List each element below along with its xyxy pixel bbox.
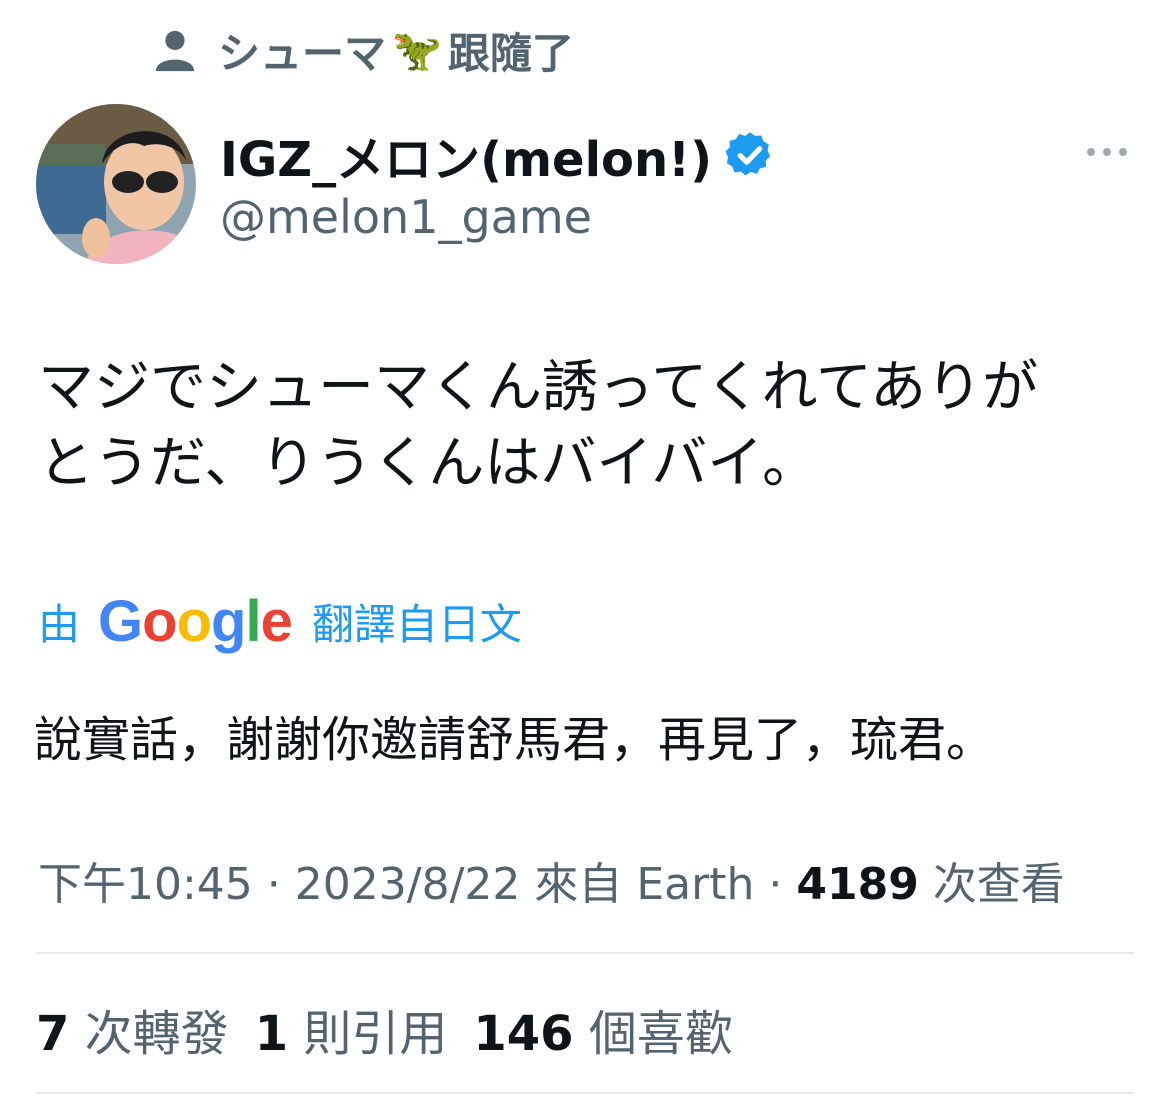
more-options-icon[interactable]	[1084, 132, 1130, 172]
engagement-stats: 7 次轉發 1 則引用 146 個喜歡	[36, 994, 759, 1064]
dinosaur-emoji-icon: 🦖	[392, 27, 442, 74]
views-label: 次查看	[932, 859, 1065, 910]
social-context-action: 跟隨了	[447, 28, 574, 78]
retweets-stat[interactable]: 7 次轉發	[36, 994, 229, 1064]
tweet-meta: 下午10:45 · 2023/8/22 來自 Earth · 4189 次查看	[38, 859, 1065, 910]
author-name-row[interactable]: IGZ_メロン(melon!)	[220, 120, 776, 190]
tweet-source: 來自 Earth	[534, 859, 755, 910]
likes-stat[interactable]: 146 個喜歡	[473, 994, 732, 1064]
translated-text: 說實話，謝謝你邀請舒馬君，再見了，琉君。	[34, 712, 995, 768]
author-display-name[interactable]: IGZ_メロン(melon!)	[220, 120, 712, 190]
translation-suffix: 翻譯自日文	[311, 599, 522, 649]
tweet-date[interactable]: 2023/8/22	[295, 859, 521, 910]
quotes-stat[interactable]: 1 則引用	[255, 994, 448, 1064]
verified-badge-icon	[725, 132, 771, 176]
tweet-time[interactable]: 下午10:45	[38, 859, 253, 910]
translation-attribution[interactable]: 由 Google 翻譯自日文	[38, 588, 522, 654]
avatar[interactable]	[36, 104, 196, 264]
avatar-image	[36, 104, 196, 264]
person-icon	[155, 30, 195, 72]
tweet-text-line: マジでシューマくん誘ってくれてありが	[38, 355, 1039, 420]
google-logo: Google	[98, 588, 293, 654]
divider	[36, 1092, 1134, 1094]
views-count: 4189	[796, 859, 919, 910]
social-context-user: シューマ	[218, 28, 387, 78]
tweet-text-line: とうだ、りうくんはバイバイ。	[38, 431, 819, 496]
divider	[36, 952, 1134, 954]
author-handle[interactable]: @melon1_game	[220, 190, 592, 244]
social-context[interactable]: シューマ 🦖 跟隨了	[152, 20, 574, 80]
translation-prefix: 由	[38, 599, 81, 649]
tweet-text: マジでシューマくん誘ってくれてありが とうだ、りうくんはバイバイ。	[38, 350, 1138, 502]
